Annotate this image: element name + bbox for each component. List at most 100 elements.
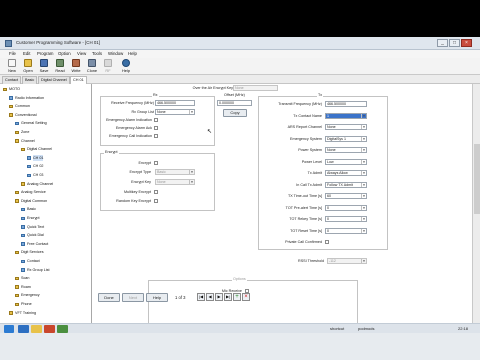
tree-item[interactable]: Free Contact	[0, 241, 91, 247]
emergency-alarm-indication-checkbox[interactable]	[154, 118, 158, 122]
emergency-call-indication-checkbox[interactable]	[154, 134, 158, 138]
emergency-alarm-ack-checkbox[interactable]	[154, 126, 158, 130]
tree-item[interactable]: Radio Information	[0, 95, 91, 101]
next-icon[interactable]: ▶	[215, 293, 223, 301]
tree-item[interactable]: Zone	[0, 129, 91, 135]
tree-item[interactable]: Scan	[0, 275, 91, 281]
tx-field-select[interactable]: 0 ▼	[325, 227, 367, 234]
read-button[interactable]: Read	[53, 59, 67, 74]
tree-item[interactable]: Digital Channel	[0, 146, 91, 152]
save-button[interactable]: Save	[37, 59, 51, 74]
rx-group-list-select[interactable]: None ▼	[155, 109, 195, 115]
done-button[interactable]: Done	[98, 293, 120, 302]
tx-field-select[interactable]: 0 ▼	[325, 204, 367, 211]
menu-edit[interactable]: Edit	[23, 51, 30, 56]
menu-view[interactable]: View	[77, 51, 86, 56]
start-icon[interactable]	[4, 325, 14, 333]
tree-item[interactable]: CH 02	[0, 163, 91, 169]
tree-item[interactable]: Conventional	[0, 112, 91, 118]
add-icon[interactable]: +	[233, 293, 241, 301]
tx-field-select[interactable]: 0 ▼	[325, 216, 367, 222]
encrypt-checkbox[interactable]	[154, 161, 158, 165]
tree-item[interactable]: Contact	[0, 258, 91, 264]
tree-item-label: Channel	[21, 138, 35, 143]
open-button[interactable]: Open	[21, 59, 35, 74]
taskbar-item-shortcut[interactable]: shortcut	[330, 326, 344, 331]
tree-item[interactable]: VFT Training	[0, 310, 91, 316]
random-key-encrypt-checkbox[interactable]	[154, 199, 158, 203]
help-page-button[interactable]: Help	[146, 293, 168, 302]
maximize-button[interactable]: □	[449, 39, 460, 47]
tx-field-select[interactable]: 1 ▼	[325, 112, 367, 119]
tree-item[interactable]: CH 01	[0, 154, 91, 161]
ota-encrypt-key-label: Over the Air Encrypt Key	[192, 86, 233, 90]
rf-button[interactable]: RF	[101, 59, 115, 74]
tx-field-select[interactable]: None ▼	[325, 147, 367, 153]
private-call-confirmed-checkbox[interactable]	[325, 240, 329, 244]
scrollbar-thumb[interactable]	[474, 144, 480, 214]
offset-field[interactable]: 0.000000	[217, 100, 252, 106]
folder-icon	[15, 250, 19, 255]
tx-frequency-field[interactable]: 466.500000	[325, 101, 367, 107]
tree-item[interactable]: Digit Services	[0, 249, 91, 255]
tree-item[interactable]: Analog Service	[0, 189, 91, 195]
copy-button[interactable]: Copy	[223, 109, 247, 117]
tree-item[interactable]: Channel	[0, 138, 91, 144]
next-button[interactable]: Next	[122, 293, 144, 302]
tx-field-select[interactable]: 60 ▼	[325, 193, 367, 199]
help-button[interactable]: Help	[119, 59, 133, 74]
first-icon[interactable]: |◀	[197, 293, 205, 301]
tree-item[interactable]: Emergency	[0, 292, 91, 298]
tree-item[interactable]: CH 03	[0, 172, 91, 178]
clone-button[interactable]: Clone	[85, 59, 99, 74]
new-button[interactable]: New	[5, 59, 19, 74]
vertical-scrollbar[interactable]	[472, 84, 480, 323]
multikey-encrypt-checkbox[interactable]	[154, 190, 158, 194]
menu-help[interactable]: Help	[128, 51, 137, 56]
tree-item[interactable]: Phone	[0, 301, 91, 307]
tx-field-select[interactable]: Always Allow ▼	[325, 170, 367, 176]
tree-item[interactable]: Roam	[0, 284, 91, 290]
tab-ch-01[interactable]: CH 01	[70, 76, 87, 84]
menu-window[interactable]: Window	[108, 51, 123, 56]
taskbar-app-ie-icon[interactable]	[18, 325, 29, 333]
minimize-button[interactable]: _	[437, 39, 448, 47]
close-button[interactable]: ×	[461, 39, 472, 47]
tree-item[interactable]: General Setting	[0, 120, 91, 126]
tab-digital-channel[interactable]: Digital Channel	[38, 76, 70, 84]
tab-contact[interactable]: Contact	[2, 76, 22, 84]
menu-option[interactable]: Option	[58, 51, 71, 56]
tree-item[interactable]: Quick Dial	[0, 232, 91, 238]
clock[interactable]: 22:18	[458, 326, 468, 331]
delete-icon[interactable]: ×	[242, 293, 250, 301]
tab-basic[interactable]: Basic	[22, 76, 38, 84]
rx-frequency-field[interactable]: 466.500000	[155, 100, 195, 106]
menu-program[interactable]: Program	[37, 51, 53, 56]
tree-item[interactable]: Rx Group List	[0, 267, 91, 273]
tx-field-select[interactable]: Low ▼	[325, 158, 367, 165]
tx-field-select[interactable]: Follow TX Admit ▼	[325, 181, 367, 188]
tree-item[interactable]: Encrypt	[0, 215, 91, 221]
tree-item[interactable]: Basic	[0, 206, 91, 212]
menu-tools[interactable]: Tools	[92, 51, 102, 56]
tx-field-select[interactable]: DigitalSys 1 ▼	[325, 135, 367, 142]
write-button[interactable]: Write	[69, 59, 83, 74]
taskbar-app-folder-icon[interactable]	[31, 325, 42, 333]
taskbar-item-podmods[interactable]: podmods	[358, 326, 374, 331]
taskbar-app-cps-icon[interactable]	[57, 325, 68, 333]
tx-field-select[interactable]: None ▼	[325, 124, 367, 130]
rssi-threshold-select[interactable]: -112 ▼	[327, 258, 367, 264]
last-icon[interactable]: ▶|	[224, 293, 232, 301]
tree-item[interactable]: MOTO	[0, 86, 91, 92]
tree-item[interactable]: Digital Common	[0, 198, 91, 204]
encrypt-key-select[interactable]: None ▼	[155, 179, 195, 185]
ota-encrypt-key-field[interactable]: None	[233, 85, 278, 91]
tree-item[interactable]: Common	[0, 103, 91, 109]
prev-icon[interactable]: ◀	[206, 293, 214, 301]
tree-item[interactable]: Quick Text	[0, 224, 91, 230]
tree-item[interactable]: Analog Channel	[0, 181, 91, 187]
tree-item-label: CH 03	[33, 173, 44, 177]
encrypt-type-select[interactable]: Basic ▼	[155, 169, 195, 175]
menu-file[interactable]: File	[9, 51, 16, 56]
taskbar-app-media-icon[interactable]	[44, 325, 55, 333]
